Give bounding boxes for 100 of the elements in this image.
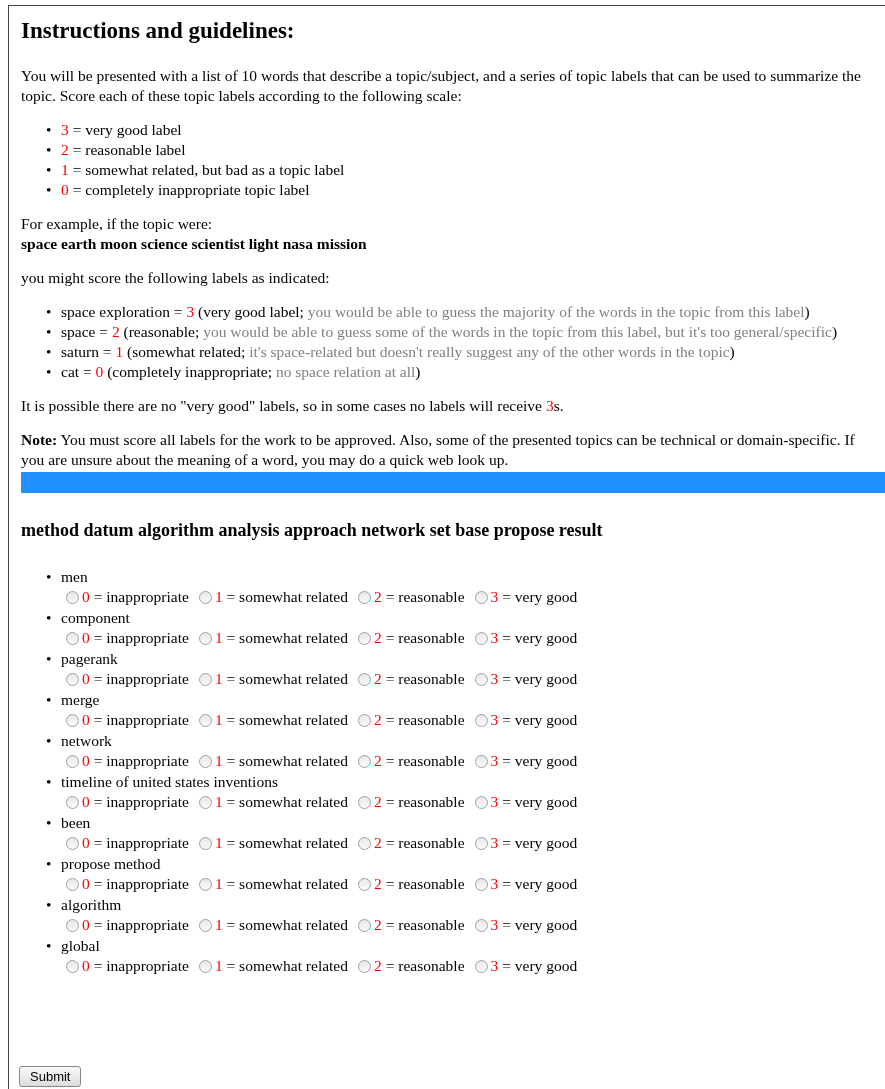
radio-button[interactable] xyxy=(198,836,212,850)
submit-button[interactable]: Submit xyxy=(19,1066,82,1087)
option-label[interactable]: 0 = inappropriate xyxy=(82,669,189,689)
radio-button[interactable] xyxy=(358,631,371,645)
radio-button[interactable] xyxy=(474,754,488,768)
option-label[interactable]: 0 = inappropriate xyxy=(82,751,189,771)
option-label[interactable]: 2 = reasonable xyxy=(374,751,465,771)
option-label[interactable]: 1 = somewhat related xyxy=(214,587,348,607)
radio-button[interactable] xyxy=(66,713,79,727)
option-label[interactable]: 0 = inappropriate xyxy=(82,710,189,730)
option-label[interactable]: 2 = reasonable xyxy=(374,628,465,648)
option-label[interactable]: 3 = very good xyxy=(490,915,578,935)
radio-button[interactable] xyxy=(198,918,212,932)
topic-label: component xyxy=(61,608,131,628)
option-label[interactable]: 1 = somewhat related xyxy=(214,751,348,771)
radio-button[interactable] xyxy=(474,959,488,973)
radio-button[interactable] xyxy=(358,959,371,973)
bullet: • xyxy=(46,160,53,180)
bullet: • xyxy=(46,120,53,140)
radio-button[interactable] xyxy=(198,713,212,727)
option-label[interactable]: 0 = inappropriate xyxy=(82,956,189,976)
option-label[interactable]: 0 = inappropriate xyxy=(82,874,189,894)
radio-button[interactable] xyxy=(198,754,212,768)
bullet: • xyxy=(46,608,53,628)
option-label[interactable]: 2 = reasonable xyxy=(374,669,465,689)
radio-button[interactable] xyxy=(66,590,79,604)
scale-item: 2 = reasonable label xyxy=(61,140,186,160)
bullet: • xyxy=(46,180,53,200)
bullet: • xyxy=(46,772,53,792)
option-label[interactable]: 2 = reasonable xyxy=(374,792,465,812)
radio-button[interactable] xyxy=(66,672,79,686)
radio-button[interactable] xyxy=(198,590,212,604)
option-label[interactable]: 2 = reasonable xyxy=(374,710,465,730)
scale-item: 3 = very good label xyxy=(61,120,182,140)
option-label[interactable]: 2 = reasonable xyxy=(374,587,465,607)
option-label[interactable]: 0 = inappropriate xyxy=(82,587,189,607)
radio-button[interactable] xyxy=(474,918,488,932)
option-label[interactable]: 3 = very good xyxy=(490,710,578,730)
option-label[interactable]: 1 = somewhat related xyxy=(214,956,348,976)
radio-button[interactable] xyxy=(66,836,79,850)
radio-button[interactable] xyxy=(66,877,79,891)
option-label[interactable]: 1 = somewhat related xyxy=(214,710,348,730)
radio-button[interactable] xyxy=(358,795,371,809)
option-label[interactable]: 2 = reasonable xyxy=(374,874,465,894)
radio-button[interactable] xyxy=(358,672,371,686)
option-label[interactable]: 3 = very good xyxy=(490,628,578,648)
radio-button[interactable] xyxy=(66,795,79,809)
option-label[interactable]: 3 = very good xyxy=(490,587,578,607)
note-text: Note: You must score all labels for the work to be approved. Also, some of the presented topics can be technical or domain-specific. If you are unsure about the meaning of a word, you may do a quick web look up. xyxy=(21,430,856,470)
example-topic: space earth moon science scientist light nasa mission xyxy=(21,234,368,254)
bullet: • xyxy=(46,895,53,915)
topic-label: timeline of united states inventions xyxy=(61,772,279,792)
radio-button[interactable] xyxy=(66,959,79,973)
option-label[interactable]: 3 = very good xyxy=(490,751,578,771)
option-label[interactable]: 1 = somewhat related xyxy=(214,628,348,648)
radio-button[interactable] xyxy=(66,918,79,932)
radio-button[interactable] xyxy=(66,631,79,645)
radio-button[interactable] xyxy=(358,754,371,768)
option-label[interactable]: 2 = reasonable xyxy=(374,956,465,976)
option-label[interactable]: 1 = somewhat related xyxy=(214,833,348,853)
option-label[interactable]: 3 = very good xyxy=(490,874,578,894)
radio-button[interactable] xyxy=(474,795,488,809)
radio-button[interactable] xyxy=(358,836,371,850)
option-label[interactable]: 1 = somewhat related xyxy=(214,874,348,894)
radio-button[interactable] xyxy=(474,672,488,686)
radio-button[interactable] xyxy=(474,631,488,645)
radio-button[interactable] xyxy=(474,877,488,891)
option-label[interactable]: 0 = inappropriate xyxy=(82,833,189,853)
topic-label: pagerank xyxy=(61,649,119,669)
bullet: • xyxy=(46,140,53,160)
radio-button[interactable] xyxy=(198,795,212,809)
option-label[interactable]: 3 = very good xyxy=(490,956,578,976)
option-label[interactable]: 0 = inappropriate xyxy=(82,628,189,648)
radio-button[interactable] xyxy=(358,590,371,604)
radio-button[interactable] xyxy=(198,672,212,686)
radio-button[interactable] xyxy=(358,713,371,727)
option-label[interactable]: 1 = somewhat related xyxy=(214,669,348,689)
option-label[interactable]: 3 = very good xyxy=(490,669,578,689)
option-label[interactable]: 0 = inappropriate xyxy=(82,792,189,812)
instructions-text: You will be presented with a list of 10 words that describe a topic/subject, and a series of topic labels that can be used to summarize the topic. Score each of these topic labels according to the following scale: xyxy=(21,66,862,106)
page-title: Instructions and guidelines: xyxy=(21,18,296,44)
radio-button[interactable] xyxy=(198,959,212,973)
option-label[interactable]: 1 = somewhat related xyxy=(214,792,348,812)
radio-button[interactable] xyxy=(198,877,212,891)
radio-button[interactable] xyxy=(198,631,212,645)
radio-button[interactable] xyxy=(66,754,79,768)
example-intro: For example, if the topic were: xyxy=(21,214,214,234)
radio-button[interactable] xyxy=(474,713,488,727)
topic-label: propose method xyxy=(61,854,162,874)
topic-label: men xyxy=(61,567,89,587)
option-label[interactable]: 3 = very good xyxy=(490,833,578,853)
option-label[interactable]: 2 = reasonable xyxy=(374,915,465,935)
radio-button[interactable] xyxy=(474,590,488,604)
radio-button[interactable] xyxy=(358,918,371,932)
option-label[interactable]: 3 = very good xyxy=(490,792,578,812)
option-label[interactable]: 1 = somewhat related xyxy=(214,915,348,935)
option-label[interactable]: 0 = inappropriate xyxy=(82,915,189,935)
option-label[interactable]: 2 = reasonable xyxy=(374,833,465,853)
radio-button[interactable] xyxy=(358,877,371,891)
radio-button[interactable] xyxy=(474,836,488,850)
